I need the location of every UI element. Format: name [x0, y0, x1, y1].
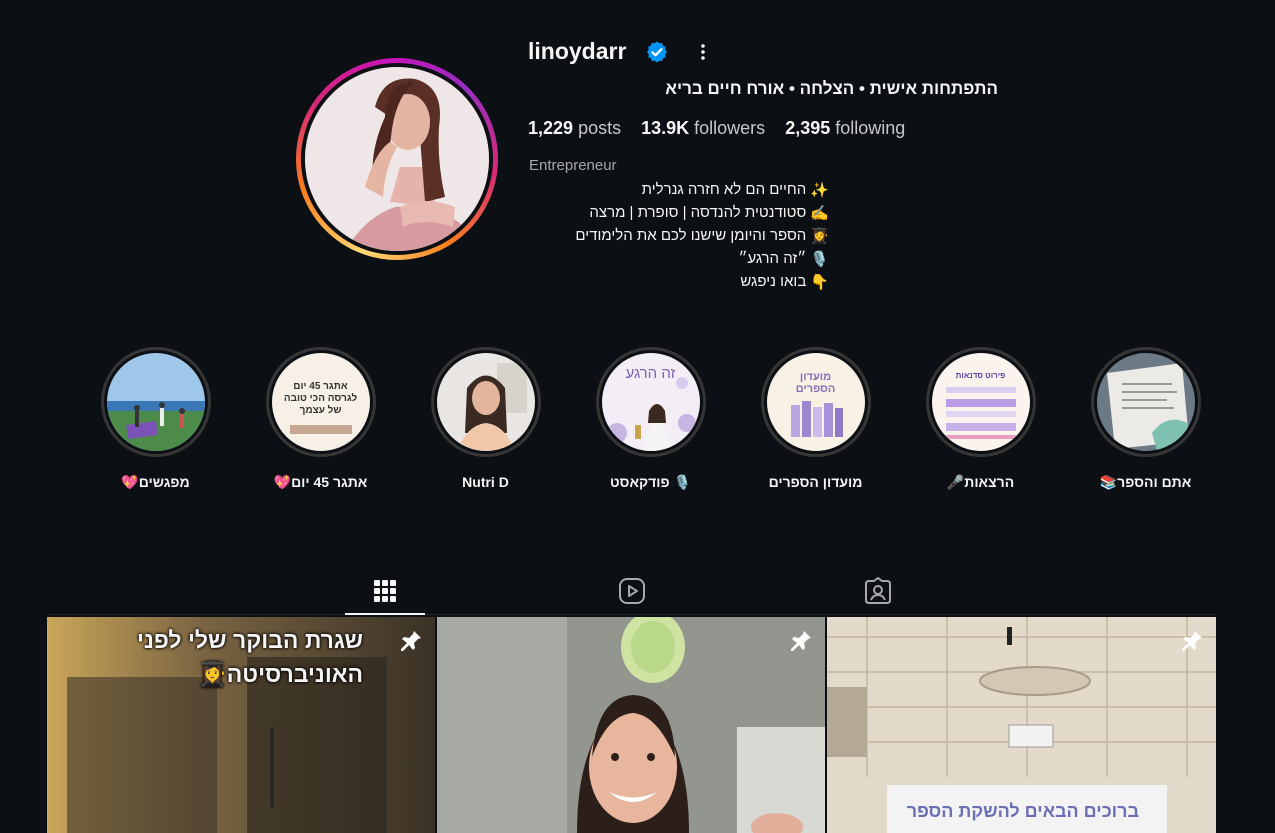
following-count-value: 2,395	[785, 118, 831, 138]
avatar[interactable]	[305, 67, 489, 251]
following-label: following	[835, 118, 906, 138]
profile-full-name: התפתחות אישית • הצלחה • אורח חיים בריא	[665, 79, 998, 98]
bio-line: בואו ניפגש 👇	[529, 270, 829, 293]
highlight-you-and-the-book[interactable]: אתם והספר📚	[1088, 347, 1203, 491]
followers-label: followers	[694, 118, 766, 138]
bio-line-emoji: 🎙️	[810, 250, 829, 268]
profile-stats: 1,229 posts 13.9K followers 2,395 follow…	[528, 118, 905, 139]
pinned-icon	[401, 631, 421, 651]
highlight-label: Nutri D	[462, 474, 509, 490]
highlight-cover: מועדון הספרים	[766, 353, 865, 451]
profile-avatar-ring[interactable]	[296, 58, 498, 260]
post-banner-text: ברוכים הבאים להשקת הספר	[906, 801, 1139, 821]
highlight-45-day-challenge[interactable]: אתגר 45 יום לגרסה הכי טובה של עצמך אתגר …	[263, 347, 378, 491]
highlight-podcast[interactable]: זה הרגע 🎙️ פודקאסט	[593, 347, 708, 491]
highlight-ring: פירוט סדנאות	[925, 347, 1036, 457]
highlight-ring: מועדון הספרים	[760, 347, 871, 457]
highlight-ring	[1090, 347, 1201, 457]
username: linoydarr	[528, 38, 627, 64]
bio-line-emoji: 👩‍🎓	[810, 227, 829, 245]
posts-count-value: 1,229	[528, 118, 574, 138]
pinned-icon	[791, 631, 811, 651]
highlight-ring	[100, 347, 211, 457]
highlight-meetings[interactable]: מפגשים💖	[98, 347, 213, 491]
highlight-cover-text: אתגר 45 יום לגרסה הכי טובה של עצמך	[283, 381, 358, 416]
following-link[interactable]: 2,395 following	[785, 118, 905, 139]
posts-count[interactable]: 1,229 posts	[528, 118, 621, 139]
avatar-gap	[301, 63, 493, 255]
followers-count-value: 13.9K	[641, 118, 690, 138]
bio-line: הספר והיומן שישנו לכם את הלימודים 👩‍🎓	[529, 224, 829, 247]
post-tile[interactable]: ברוכים הבאים להשקת הספר	[827, 617, 1216, 833]
avatar-image	[305, 67, 489, 251]
highlight-cover	[106, 353, 205, 451]
more-options-icon[interactable]	[694, 41, 712, 63]
highlight-lectures[interactable]: פירוט סדנאות הרצאות🎤	[923, 347, 1038, 491]
followers-link[interactable]: 13.9K followers	[641, 118, 765, 139]
bio-line-emoji: ✨	[810, 181, 829, 199]
highlight-ring: אתגר 45 יום לגרסה הכי טובה של עצמך	[265, 347, 376, 457]
highlight-cover: זה הרגע	[601, 353, 700, 451]
highlight-label: הרצאות🎤	[946, 474, 1015, 490]
highlight-label: מפגשים💖	[121, 474, 190, 490]
post-tile[interactable]: שגרת הבוקר שלי לפני האוניברסיטה👩‍🎓	[47, 617, 435, 833]
verified-badge-icon	[647, 41, 667, 63]
posts-count-label: posts	[578, 118, 622, 138]
highlight-ring	[430, 347, 541, 457]
grid-icon	[374, 580, 396, 602]
tab-tagged[interactable]	[838, 568, 918, 614]
bio-line: החיים הם לא חזרה גנרלית ✨	[529, 178, 829, 201]
story-highlights: מפגשים💖 אתגר 45 יום לגרסה הכי טובה של עצ…	[98, 347, 1208, 785]
bio-line-text: החיים הם לא חזרה גנרלית	[641, 181, 807, 198]
highlight-label: אתם והספר📚	[1099, 474, 1192, 490]
highlight-label: אתגר 45 יום💖	[273, 474, 368, 490]
post-image	[437, 617, 825, 833]
highlight-ring: זה הרגע	[595, 347, 706, 457]
bio-line-text: סטודנטית להנדסה | סופרת | מרצה	[589, 204, 807, 221]
post-tile[interactable]	[437, 617, 825, 833]
highlight-label: 🎙️ פודקאסט	[610, 474, 691, 490]
caption-line: שגרת הבוקר שלי לפני	[137, 627, 363, 653]
bio-line: ״זה הרגע״ 🎙️	[529, 247, 829, 270]
caption-line: האוניברסיטה👩‍🎓	[198, 661, 363, 687]
highlight-book-club[interactable]: מועדון הספרים מועדון הספרים	[758, 347, 873, 490]
tab-posts[interactable]	[345, 568, 425, 615]
bio-line: סטודנטית להנדסה | סופרת | מרצה ✍️	[529, 201, 829, 224]
highlight-cover	[436, 353, 535, 451]
tagged-icon	[865, 577, 891, 604]
bio-line-text: הספר והיומן שישנו לכם את הלימודים	[575, 227, 807, 244]
highlight-cover	[1096, 353, 1195, 451]
highlight-cover: אתגר 45 יום לגרסה הכי טובה של עצמך	[271, 353, 370, 451]
reels-icon	[619, 578, 645, 604]
tab-reels[interactable]	[592, 568, 672, 614]
profile-category: Entrepreneur	[529, 157, 617, 174]
post-caption-overlay: שגרת הבוקר שלי לפני האוניברסיטה👩‍🎓	[137, 623, 363, 691]
bio-line-text: בואו ניפגש	[740, 273, 807, 290]
bio-line-emoji: 👇	[810, 273, 829, 291]
highlight-nutri-d[interactable]: Nutri D	[428, 347, 543, 490]
highlight-cover: פירוט סדנאות	[931, 353, 1030, 451]
profile-bio: החיים הם לא חזרה גנרלית ✨ סטודנטית להנדס…	[529, 178, 829, 293]
pinned-icon	[1182, 631, 1202, 651]
tabs-divider	[47, 614, 1216, 615]
highlight-label: מועדון הספרים	[768, 474, 863, 490]
bio-line-text: ״זה הרגע״	[738, 250, 807, 267]
highlight-cover-text: זה הרגע	[625, 365, 676, 382]
bio-line-emoji: ✍️	[810, 204, 829, 222]
